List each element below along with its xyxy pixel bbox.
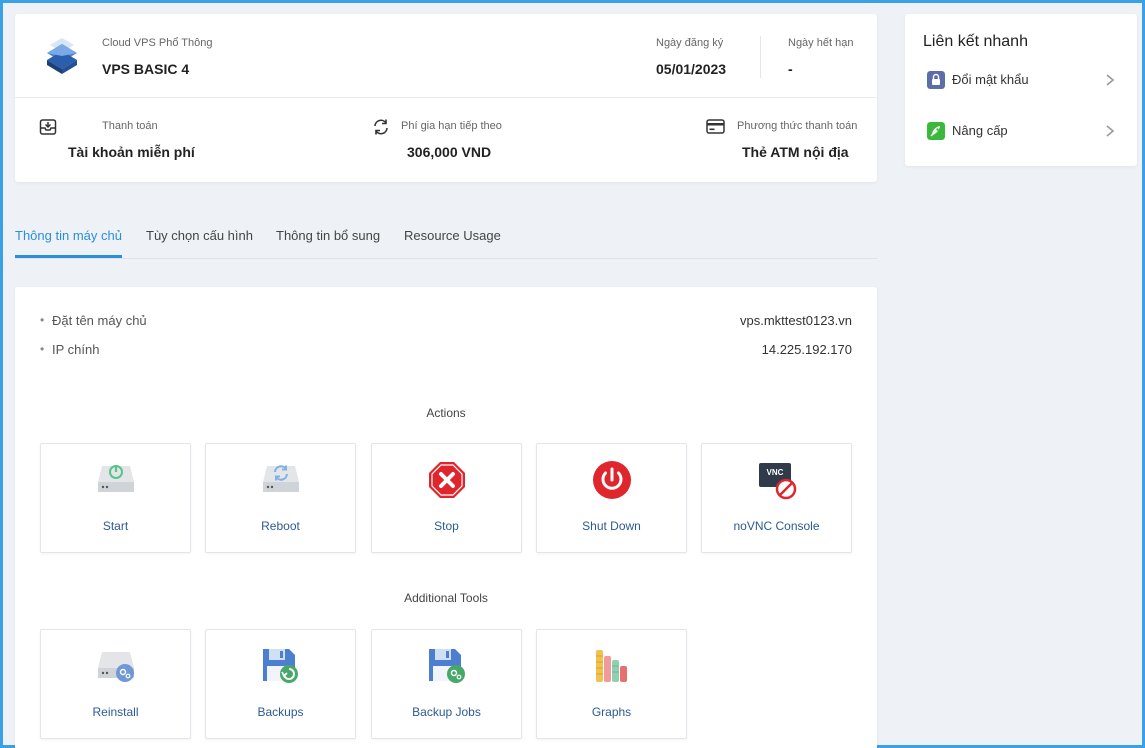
tile-label: noVNC Console	[733, 519, 820, 533]
server-reboot-icon	[263, 465, 299, 492]
renewal-fee-value: 306,000 VND	[407, 144, 492, 160]
service-summary-header: Cloud VPS Phổ Thông VPS BASIC 4 Ngày đăn…	[15, 14, 877, 98]
graphs-icon	[596, 650, 627, 682]
lock-icon	[927, 71, 945, 89]
tile-label: Graphs	[591, 705, 632, 719]
registration-date-value: 05/01/2023	[656, 61, 727, 77]
tile-label: Reinstall	[92, 705, 139, 719]
product-category: Cloud VPS Phổ Thông	[102, 37, 213, 49]
payment-label: Thanh toán	[102, 120, 158, 132]
hostname-row: • Đặt tên máy chủ vps.mkttest0123.vn	[40, 313, 852, 329]
ip-label: IP chính	[52, 342, 100, 357]
payment-value: Tài khoản miễn phí	[68, 144, 195, 160]
tab-server-info[interactable]: Thông tin máy chủ	[15, 228, 122, 258]
rocket-icon	[927, 122, 945, 140]
hostname-value: vps.mkttest0123.vn	[740, 313, 852, 328]
server-power-icon	[98, 465, 134, 492]
tab-additional-info[interactable]: Thông tin bổ sung	[276, 228, 380, 258]
product-name: VPS BASIC 4	[102, 61, 190, 77]
quick-links-title: Liên kết nhanh	[923, 33, 1028, 50]
reboot-button[interactable]: Reboot	[205, 443, 356, 553]
tile-label: Backup Jobs	[412, 705, 481, 719]
ip-value: 14.225.192.170	[761, 342, 852, 357]
renew-refresh-icon	[374, 119, 388, 135]
backup-jobs-button[interactable]: Backup Jobs	[371, 629, 522, 739]
bullet: •	[40, 313, 45, 327]
start-button[interactable]: Start	[40, 443, 191, 553]
quick-link-upgrade[interactable]: Nâng cấp	[923, 119, 1119, 143]
expiry-date-value: -	[788, 61, 793, 77]
divider	[760, 36, 761, 78]
detail-tabs: Thông tin máy chủ Tùy chọn cấu hình Thôn…	[15, 221, 877, 259]
payment-inbox-icon	[39, 119, 57, 135]
tile-label: Start	[102, 519, 129, 533]
tab-resource-usage[interactable]: Resource Usage	[404, 228, 501, 258]
tab-configuration-options[interactable]: Tùy chọn cấu hình	[146, 228, 253, 258]
power-icon	[593, 461, 631, 499]
actions-title: Actions	[426, 406, 466, 420]
bullet: •	[40, 342, 45, 356]
stop-icon	[429, 462, 465, 498]
credit-card-icon	[706, 119, 725, 134]
stop-button[interactable]: Stop	[371, 443, 522, 553]
quick-link-change-password[interactable]: Đổi mật khẩu	[923, 68, 1119, 92]
backup-jobs-icon	[429, 649, 465, 683]
tile-label: Shut Down	[582, 519, 641, 533]
server-reinstall-icon	[98, 652, 134, 682]
vps-logo-icon	[47, 38, 77, 74]
svg-text:VNC: VNC	[767, 468, 784, 477]
tile-label: Reboot	[261, 519, 300, 533]
graphs-button[interactable]: Graphs	[536, 629, 687, 739]
additional-tools-title: Additional Tools	[404, 591, 488, 605]
reinstall-button[interactable]: Reinstall	[40, 629, 191, 739]
vnc-disabled-icon: VNC	[759, 463, 797, 500]
quick-link-label: Đổi mật khẩu	[952, 72, 1029, 87]
backup-icon	[263, 649, 298, 683]
shut-down-button[interactable]: Shut Down	[536, 443, 687, 553]
novnc-console-button[interactable]: VNC noVNC Console	[701, 443, 852, 553]
tile-label: Backups	[257, 705, 304, 719]
payment-method-label: Phương thức thanh toán	[737, 120, 858, 132]
hostname-label: Đặt tên máy chủ	[52, 313, 147, 328]
renewal-fee-label: Phí gia hạn tiếp theo	[401, 120, 502, 132]
payment-method-value: Thẻ ATM nội địa	[742, 144, 849, 160]
quick-links-card: Liên kết nhanh Đổi mật khẩu Nâng cấp	[905, 14, 1137, 166]
chevron-right-icon	[1106, 125, 1115, 137]
backups-button[interactable]: Backups	[205, 629, 356, 739]
chevron-right-icon	[1106, 74, 1115, 86]
service-summary-card: Cloud VPS Phổ Thông VPS BASIC 4 Ngày đăn…	[15, 14, 877, 182]
expiry-date-label: Ngày hết hạn	[788, 37, 854, 49]
server-info-panel: • Đặt tên máy chủ vps.mkttest0123.vn • I…	[15, 287, 877, 748]
quick-link-label: Nâng cấp	[952, 123, 1008, 138]
ip-row: • IP chính 14.225.192.170	[40, 342, 852, 358]
tile-label: Stop	[434, 519, 459, 533]
registration-date-label: Ngày đăng ký	[656, 37, 724, 49]
